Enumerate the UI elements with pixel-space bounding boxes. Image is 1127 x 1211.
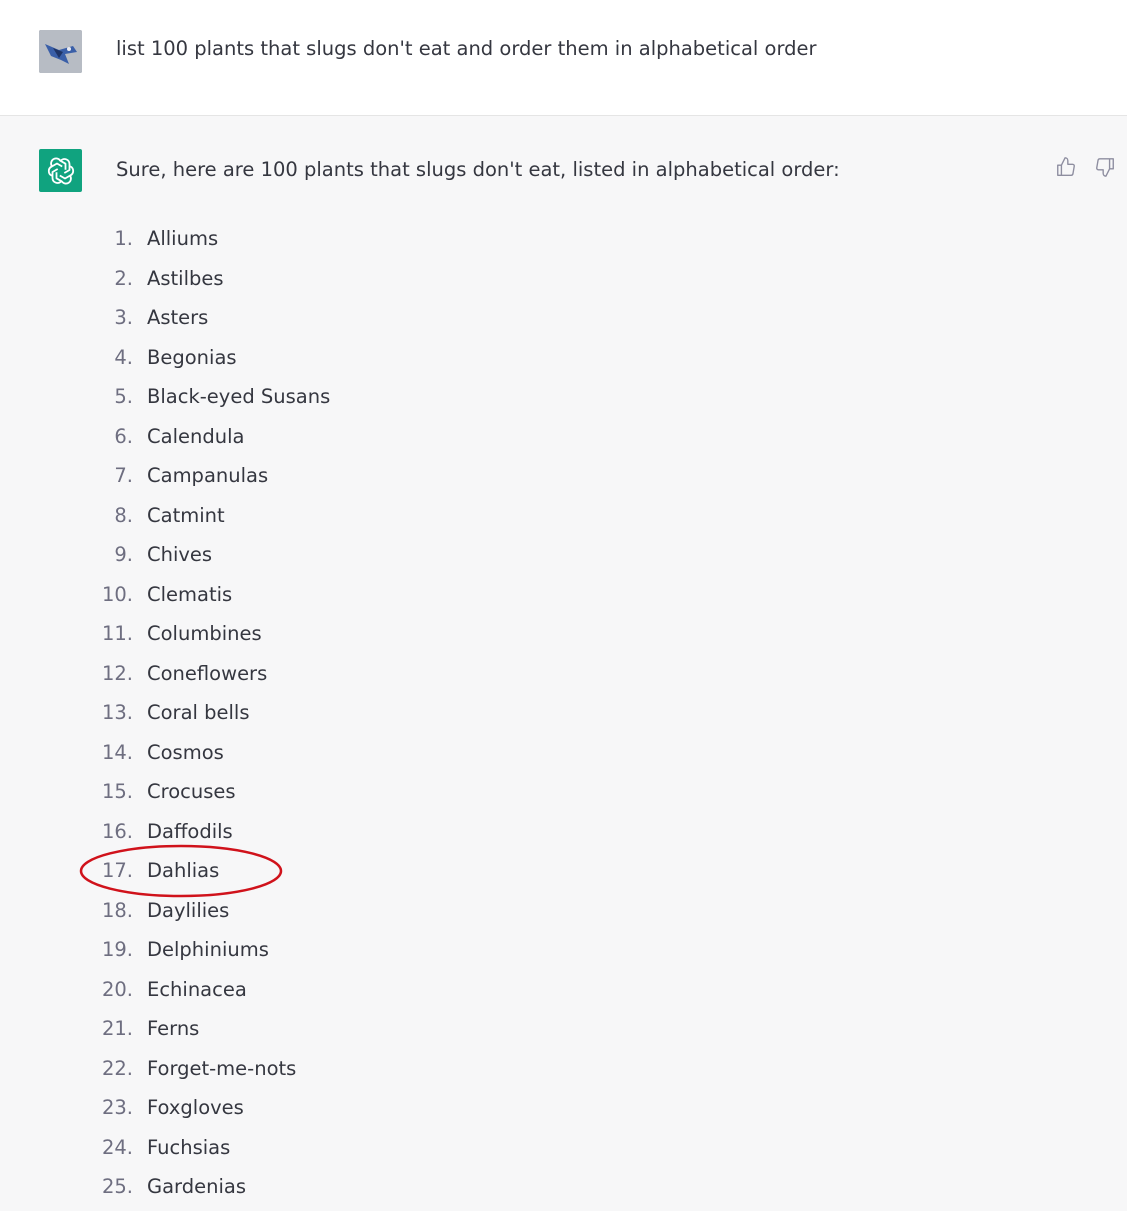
list-item: 19. Delphiniums (0, 934, 500, 974)
list-item: 14. Cosmos (0, 737, 500, 777)
list-item-number: 21. (101, 1017, 133, 1040)
list-item: 10. Clematis (0, 579, 500, 619)
list-item-number: 11. (101, 622, 133, 645)
list-item-plant-name: Clematis (147, 582, 233, 606)
list-item: 17. Dahlias (0, 855, 500, 895)
user-avatar-image (39, 30, 82, 73)
list-item-plant-name: Black-eyed Susans (147, 385, 331, 408)
list-item-number: 9. (114, 543, 133, 566)
list-item: 20. Echinacea (0, 974, 500, 1014)
list-item: 7. Campanulas (0, 460, 500, 500)
list-item-number: 4. (114, 345, 133, 369)
list-item-plant-name: Echinacea (147, 977, 247, 1001)
list-item-number: 20. (101, 977, 133, 1001)
list-item-number: 2. (114, 266, 133, 290)
list-item: 3. Asters (0, 302, 500, 342)
assistant-intro-text: Sure, here are 100 plants that slugs don… (116, 158, 840, 181)
list-item: 24. Fuchsias (0, 1132, 500, 1172)
list-item: 2. Astilbes (0, 263, 500, 303)
list-item-number: 5. (114, 385, 133, 408)
list-item-number: 13. (101, 701, 133, 724)
list-item: 22. Forget-me-nots (0, 1053, 500, 1093)
list-item-plant-name: Astilbes (147, 266, 224, 290)
list-item-plant-name: Calendula (147, 424, 245, 448)
list-item-plant-name: Campanulas (147, 464, 269, 487)
list-item-plant-name: Coneflowers (147, 661, 268, 685)
list-item: 8. Catmint (0, 500, 500, 540)
list-item-number: 14. (101, 740, 133, 764)
list-item-number: 1. (114, 227, 133, 250)
list-item-plant-name: Fuchsias (147, 1135, 231, 1159)
thumbs-down-button[interactable] (1092, 154, 1118, 180)
list-item-number: 18. (101, 898, 133, 922)
list-item: 18. Daylilies (0, 895, 500, 935)
openai-logo-icon (47, 157, 74, 184)
list-item-plant-name: Forget-me-nots (147, 1056, 297, 1080)
list-item-plant-name: Columbines (147, 622, 262, 645)
list-item: 5. Black-eyed Susans (0, 381, 500, 421)
list-item-number: 6. (114, 424, 133, 448)
list-item-plant-name: Delphiniums (147, 938, 269, 961)
list-item: 25. Gardenias (0, 1171, 500, 1211)
list-item-plant-name: Daffodils (147, 819, 233, 843)
list-item-plant-name: Catmint (147, 503, 225, 527)
list-item-number: 22. (101, 1056, 133, 1080)
user-prompt-text: list 100 plants that slugs don't eat and… (116, 37, 817, 60)
list-item-number: 12. (101, 661, 133, 685)
list-item-number: 17. (101, 859, 133, 882)
list-item-number: 25. (101, 1175, 133, 1198)
list-item-plant-name: Coral bells (147, 701, 250, 724)
list-item: 6. Calendula (0, 421, 500, 461)
list-item: 23. Foxgloves (0, 1092, 500, 1132)
list-item-plant-name: Cosmos (147, 740, 224, 764)
list-item-number: 16. (101, 819, 133, 843)
list-item-plant-name: Dahlias (147, 859, 220, 882)
list-item: 21. Ferns (0, 1013, 500, 1053)
list-item-number: 15. (101, 780, 133, 803)
list-item-plant-name: Foxgloves (147, 1096, 244, 1119)
thumbs-up-icon (1057, 157, 1075, 176)
plant-list: 1. Alliums 2. Astilbes 3. Asters 4. Begonias 5. B… (0, 223, 500, 1211)
list-item-number: 23. (101, 1096, 133, 1119)
list-item: 4. Begonias (0, 342, 500, 382)
list-item: 1. Alliums (0, 223, 500, 263)
list-item-number: 19. (101, 938, 133, 961)
list-item-number: 10. (101, 582, 133, 606)
list-item: 16. Daffodils (0, 816, 500, 856)
list-item-number: 3. (114, 306, 133, 329)
list-item-plant-name: Gardenias (147, 1175, 246, 1198)
thumbs-down-icon (1096, 158, 1114, 177)
list-item: 12. Coneflowers (0, 658, 500, 698)
list-item-plant-name: Daylilies (147, 898, 230, 922)
list-item-number: 7. (114, 464, 133, 487)
list-item-number: 8. (114, 503, 133, 527)
list-item-plant-name: Begonias (147, 345, 237, 369)
assistant-message-row: Sure, here are 100 plants that slugs don… (0, 116, 1127, 1200)
thumbs-up-button[interactable] (1053, 154, 1079, 180)
list-item-plant-name: Alliums (147, 227, 219, 250)
list-item-plant-name: Chives (147, 543, 213, 566)
assistant-avatar (39, 149, 82, 192)
user-avatar (39, 30, 82, 73)
list-item-number: 24. (101, 1135, 133, 1159)
list-item: 13. Coral bells (0, 697, 500, 737)
list-item-plant-name: Asters (147, 306, 209, 329)
list-item: 9. Chives (0, 539, 500, 579)
list-item-plant-name: Crocuses (147, 780, 236, 803)
user-message-row: list 100 plants that slugs don't eat and… (0, 0, 1127, 116)
list-item: 15. Crocuses (0, 776, 500, 816)
list-item: 11. Columbines (0, 618, 500, 658)
list-item-plant-name: Ferns (147, 1017, 200, 1040)
